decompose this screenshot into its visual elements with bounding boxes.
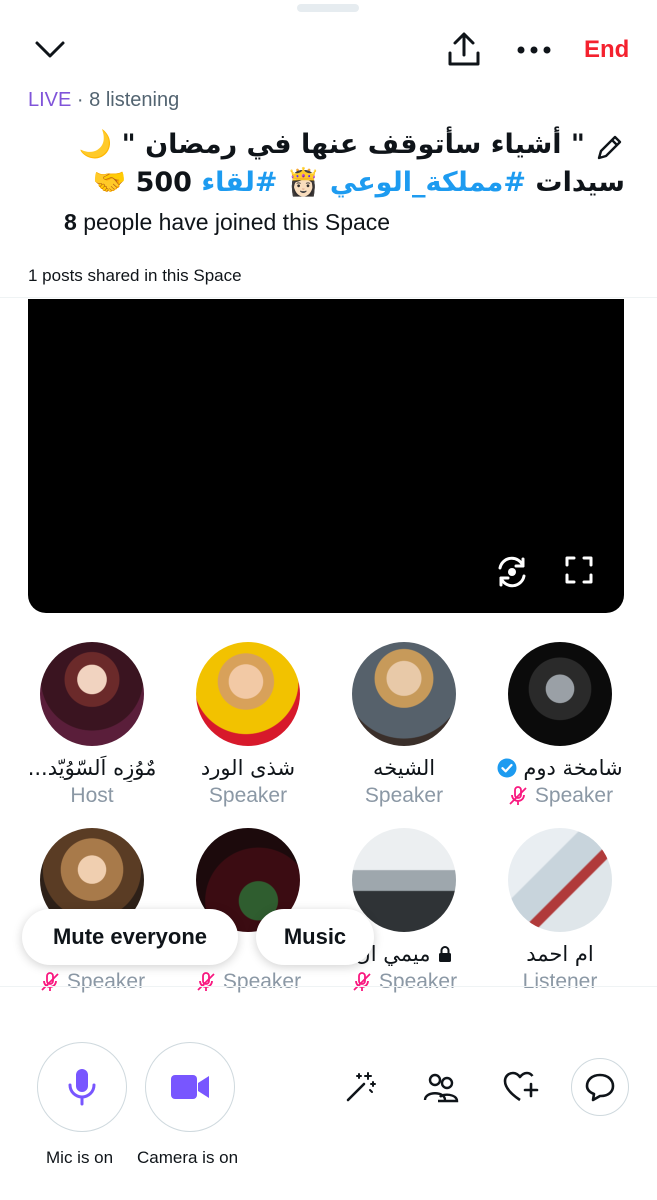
video-player[interactable]	[28, 299, 624, 613]
joined-text: people have joined this Space	[83, 209, 391, 235]
mic-status-label: Mic is on	[46, 1148, 114, 1167]
muted-mic-icon	[197, 972, 215, 991]
people-icon[interactable]	[419, 1065, 463, 1109]
avatar	[508, 642, 612, 746]
participant-name: مٌوُزِه اَلسّوُيّد...	[17, 754, 167, 782]
chevron-down-icon[interactable]	[30, 32, 70, 68]
participant-role-text: Speaker	[222, 970, 302, 993]
live-label: LIVE	[28, 89, 72, 111]
end-space-button[interactable]: End	[584, 36, 629, 64]
camera-button[interactable]	[145, 1042, 235, 1132]
participant-role: Listener	[485, 968, 635, 996]
participant-role: Speaker	[173, 782, 323, 810]
muted-mic-icon	[353, 972, 371, 991]
participant-name-text: ام احمد	[526, 942, 594, 966]
effects-wand-icon[interactable]	[339, 1065, 383, 1109]
participant-role-text: Speaker	[534, 784, 614, 807]
title-line-2: سيدات #مملكة_الوعي 👸🏻 #لقاء 500 🤝	[25, 164, 625, 202]
heart-plus-icon[interactable]	[499, 1065, 543, 1109]
muted-mic-icon	[509, 786, 527, 805]
participant-name-text: مٌوُزِه اَلسّوُيّد...	[27, 756, 157, 780]
title-emoji: 👸🏻	[277, 167, 330, 198]
live-status: LIVE · 8 listening	[28, 89, 179, 112]
joined-count: 8	[64, 209, 77, 235]
participant-role-text: Speaker	[378, 970, 458, 993]
participant-role-text: Listener	[522, 970, 598, 993]
reply-bubble-icon[interactable]	[571, 1058, 629, 1116]
mic-button[interactable]	[37, 1042, 127, 1132]
participant-name-text: شذى الورد	[200, 756, 296, 780]
participant-card[interactable]: شذى الورد Speaker	[173, 642, 323, 810]
avatar	[352, 642, 456, 746]
participant-role: Speaker	[329, 782, 479, 810]
video-camera-icon	[171, 1075, 209, 1099]
participant-name: الشيخه	[329, 754, 479, 782]
participant-role: Speaker	[485, 782, 635, 810]
mic-icon	[68, 1069, 96, 1106]
avatar	[196, 642, 300, 746]
mute-everyone-button[interactable]: Mute everyone	[22, 909, 238, 965]
camera-status-label: Camera is on	[137, 1148, 239, 1167]
participant-role-text: Speaker	[208, 784, 288, 807]
muted-mic-icon	[41, 972, 59, 991]
title-line-1: " أشياء سأتوقف عنها في رمضان " 🌙	[78, 129, 585, 160]
sheet-grabber[interactable]	[297, 4, 359, 12]
pencil-icon[interactable]	[593, 132, 625, 164]
participant-card[interactable]: ام احمد Listener	[485, 828, 635, 996]
space-sheet: End LIVE · 8 listening " أشياء سأتوقف عن…	[0, 0, 657, 1200]
avatar	[352, 828, 456, 932]
hashtag-meeting[interactable]: #لقاء	[201, 167, 277, 198]
share-icon[interactable]	[444, 28, 484, 70]
more-icon[interactable]	[514, 30, 554, 70]
hashtag-kingdom[interactable]: #مملكة_الوعي	[330, 167, 526, 198]
participant-name: شذى الورد	[173, 754, 323, 782]
participant-card[interactable]: شامخة دوم Speaker	[485, 642, 635, 810]
participant-card[interactable]: الشيخه Speaker	[329, 642, 479, 810]
participant-role: Speaker	[17, 968, 167, 996]
participant-role: Host	[17, 782, 167, 810]
participant-role-text: Speaker	[66, 970, 146, 993]
participant-role: Speaker	[173, 968, 323, 996]
camera-flip-icon[interactable]	[494, 555, 530, 589]
participant-role-text: Speaker	[364, 784, 444, 807]
lock-icon	[438, 946, 451, 962]
avatar	[508, 828, 612, 932]
participant-card[interactable]: مٌوُزِه اَلسّوُيّد... Host	[17, 642, 167, 810]
title-prefix: سيدات	[526, 167, 625, 198]
listening-count: · 8 listening	[76, 89, 180, 111]
avatar	[40, 642, 144, 746]
participant-name-text: الشيخه	[372, 756, 436, 780]
title-suffix: 500 🤝	[92, 167, 202, 198]
participant-role-text: Host	[70, 784, 114, 807]
space-title[interactable]: " أشياء سأتوقف عنها في رمضان " 🌙 سيدات #…	[25, 126, 625, 202]
participant-name: شامخة دوم	[485, 754, 635, 782]
divider	[0, 297, 657, 298]
posts-shared-text[interactable]: 1 posts shared in this Space	[28, 266, 242, 286]
participant-role: Speaker	[329, 968, 479, 996]
joined-summary: 8 people have joined this Space	[64, 209, 390, 236]
music-button[interactable]: Music	[256, 909, 374, 965]
divider	[0, 986, 657, 987]
participant-name-text: شامخة دوم	[523, 756, 623, 780]
verified-icon	[497, 758, 517, 778]
participant-name: ام احمد	[485, 940, 635, 968]
fullscreen-icon[interactable]	[564, 555, 600, 589]
